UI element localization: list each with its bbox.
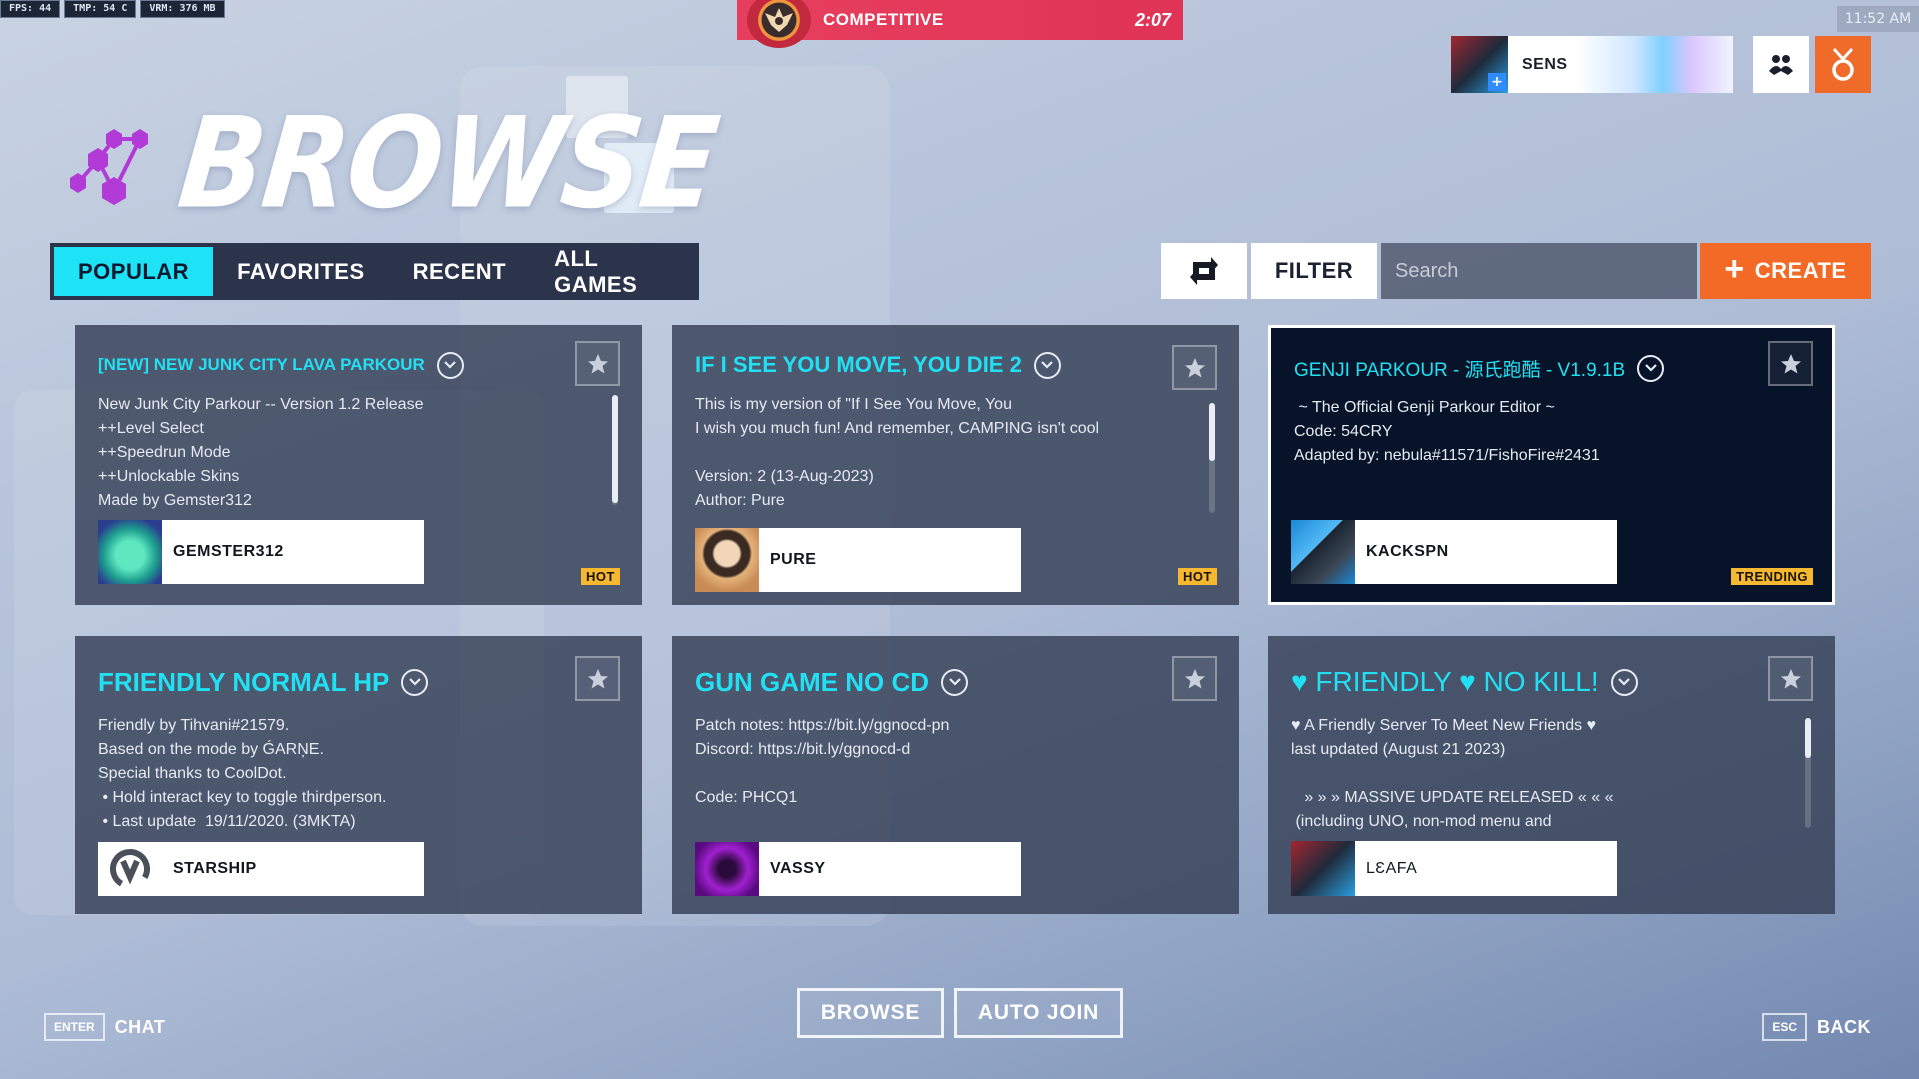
create-button[interactable]: + CREATE xyxy=(1700,243,1871,299)
refresh-icon xyxy=(1190,257,1218,285)
tab-popular[interactable]: POPULAR xyxy=(54,247,214,296)
game-card[interactable]: FRIENDLY NORMAL HP Friendly by Tihvani#2… xyxy=(75,636,642,914)
game-card[interactable]: IF I SEE YOU MOVE, YOU DIE 2 This is my … xyxy=(672,325,1239,605)
chevron-down-icon[interactable] xyxy=(1610,668,1638,696)
game-title: GENJI PARKOUR - 源氏跑酷 - V1.9.1B xyxy=(1294,359,1626,381)
player-profile-card[interactable]: + SENS xyxy=(1451,36,1733,93)
avatar: + xyxy=(1451,36,1508,93)
chevron-down-icon[interactable] xyxy=(941,668,968,696)
chat-hint[interactable]: ENTER CHAT xyxy=(44,1013,165,1041)
refresh-button[interactable] xyxy=(1161,243,1247,299)
vram-readout: VRM: 376 MB xyxy=(140,0,225,18)
competitive-emblem-icon xyxy=(747,0,811,48)
group-icon xyxy=(1769,54,1793,75)
auto-join-button[interactable]: AUTO JOIN xyxy=(954,988,1123,1038)
game-description: Friendly by Tihvani#21579. Based on the … xyxy=(98,717,387,830)
avatar xyxy=(695,528,759,592)
avatar xyxy=(695,842,759,896)
game-title: FRIENDLY NORMAL HP xyxy=(98,666,390,697)
game-card[interactable]: GUN GAME NO CD Patch notes: https://bit.… xyxy=(672,636,1239,914)
game-description: This is my version of "If I See You Move… xyxy=(695,396,1100,509)
plus-icon: + xyxy=(1724,250,1745,288)
esc-key-badge: ESC xyxy=(1762,1013,1807,1041)
game-card[interactable]: ♥ FRIENDLY ♥ NO KILL! ♥ A Friendly Serve… xyxy=(1268,636,1835,914)
description-scrollbar[interactable] xyxy=(612,395,618,505)
overwatch-logo-icon xyxy=(98,842,162,896)
chevron-down-icon[interactable] xyxy=(1033,351,1061,379)
rewards-button[interactable] xyxy=(1815,36,1871,93)
chevron-down-icon[interactable] xyxy=(401,668,429,696)
description-scrollbar[interactable] xyxy=(1805,718,1811,828)
author-name: KACKSPN xyxy=(1366,543,1449,560)
plus-icon: + xyxy=(1488,73,1506,91)
status-badge: HOT xyxy=(1178,568,1217,585)
author-plate[interactable]: LƐAFA xyxy=(1291,841,1617,896)
game-title: ♥ FRIENDLY ♥ NO KILL! xyxy=(1291,666,1599,697)
favorite-star-icon[interactable] xyxy=(1172,656,1217,701)
game-title: GUN GAME NO CD xyxy=(695,666,929,697)
author-plate[interactable]: GEMSTER312 xyxy=(98,520,424,584)
performance-hud: FPS: 44 TMP: 54 C VRM: 376 MB xyxy=(0,0,225,18)
player-name: SENS xyxy=(1522,55,1568,73)
author-name: GEMSTER312 xyxy=(173,543,284,560)
favorite-star-icon[interactable] xyxy=(1172,345,1217,390)
browse-logo-icon xyxy=(70,129,148,205)
favorite-star-icon[interactable] xyxy=(575,656,620,701)
tab-recent[interactable]: RECENT xyxy=(389,247,530,296)
page-title: BROWSE xyxy=(172,91,724,237)
author-name: PURE xyxy=(770,551,817,568)
avatar xyxy=(98,520,162,584)
create-label: CREATE xyxy=(1754,258,1847,283)
favorite-star-icon[interactable] xyxy=(1768,341,1813,386)
social-button[interactable] xyxy=(1753,36,1809,93)
game-description: New Junk City Parkour -- Version 1.2 Rel… xyxy=(98,396,424,509)
chevron-down-icon[interactable] xyxy=(436,351,464,379)
queue-timer: 2:07 xyxy=(1134,9,1171,30)
fps-readout: FPS: 44 xyxy=(0,0,61,18)
chevron-down-icon[interactable] xyxy=(1637,354,1665,382)
avatar xyxy=(1291,841,1355,896)
game-card[interactable]: [NEW] NEW JUNK CITY LAVA PARKOUR New Jun… xyxy=(75,325,642,605)
favorite-star-icon[interactable] xyxy=(1768,656,1813,701)
search-input[interactable] xyxy=(1381,243,1697,299)
competitive-label: COMPETITIVE xyxy=(823,10,944,29)
browse-tabs: POPULAR FAVORITES RECENT ALL GAMES xyxy=(50,243,699,300)
enter-key-badge: ENTER xyxy=(44,1013,105,1041)
game-title: [NEW] NEW JUNK CITY LAVA PARKOUR xyxy=(98,355,425,374)
description-scrollbar[interactable] xyxy=(1209,403,1215,513)
temperature-readout: TMP: 54 C xyxy=(64,0,137,18)
author-name: LƐAFA xyxy=(1366,859,1418,877)
competitive-queue-banner[interactable]: COMPETITIVE 2:07 xyxy=(737,0,1183,48)
game-description: Patch notes: https://bit.ly/ggnocd-pn Di… xyxy=(695,717,950,806)
author-name: VASSY xyxy=(770,860,826,877)
clock: 11:52 AM xyxy=(1837,6,1919,32)
back-label: BACK xyxy=(1817,1016,1871,1037)
browse-button[interactable]: BROWSE xyxy=(797,988,944,1038)
status-badge: HOT xyxy=(581,568,620,585)
game-description: ~ The Official Genji Parkour Editor ~ Co… xyxy=(1294,399,1600,464)
author-plate[interactable]: STARSHIP xyxy=(98,842,424,896)
game-title: IF I SEE YOU MOVE, YOU DIE 2 xyxy=(695,352,1022,377)
author-name: STARSHIP xyxy=(173,860,257,877)
filter-button[interactable]: FILTER xyxy=(1251,243,1377,299)
game-card-selected[interactable]: GENJI PARKOUR - 源氏跑酷 - V1.9.1B ~ The Off… xyxy=(1268,325,1835,605)
back-hint[interactable]: ESC BACK xyxy=(1762,1013,1871,1041)
game-description: ♥ A Friendly Server To Meet New Friends … xyxy=(1291,717,1614,830)
author-plate[interactable]: KACKSPN xyxy=(1291,520,1617,584)
author-plate[interactable]: PURE xyxy=(695,528,1021,592)
status-badge: TRENDING xyxy=(1731,568,1813,585)
chat-label: CHAT xyxy=(114,1016,166,1037)
medal-icon xyxy=(1832,47,1854,81)
favorite-star-icon[interactable] xyxy=(575,341,620,386)
author-plate[interactable]: VASSY xyxy=(695,842,1021,896)
tab-all-games[interactable]: ALL GAMES xyxy=(530,246,695,297)
avatar xyxy=(1291,520,1355,584)
tab-favorites[interactable]: FAVORITES xyxy=(213,247,389,296)
